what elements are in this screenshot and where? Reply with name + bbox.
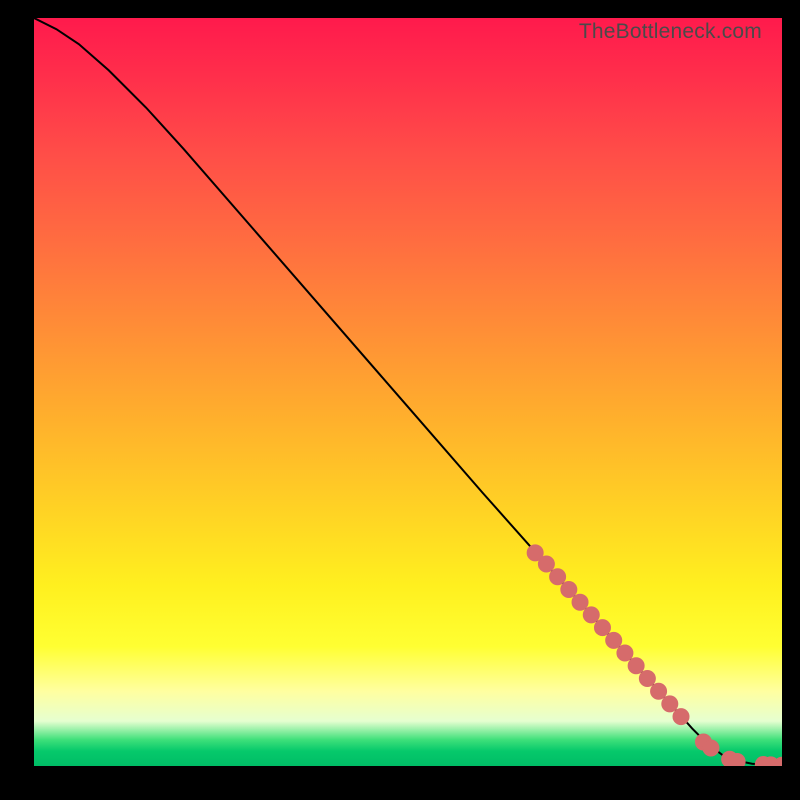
- data-point: [651, 683, 667, 699]
- data-point: [673, 709, 689, 725]
- data-point: [561, 581, 577, 597]
- curve-line: [34, 18, 782, 765]
- data-point: [729, 754, 745, 766]
- data-point: [572, 594, 588, 610]
- data-point: [606, 632, 622, 648]
- data-point: [583, 607, 599, 623]
- data-point: [538, 556, 554, 572]
- marker-group: [527, 545, 782, 766]
- plot-area: TheBottleneck.com: [34, 18, 782, 766]
- chart-overlay: [34, 18, 782, 766]
- chart-frame: TheBottleneck.com: [0, 0, 800, 800]
- data-point: [617, 645, 633, 661]
- data-point: [550, 569, 566, 585]
- data-point: [662, 696, 678, 712]
- data-point: [703, 740, 719, 756]
- data-point: [639, 670, 655, 686]
- data-point: [628, 658, 644, 674]
- data-point: [594, 620, 610, 636]
